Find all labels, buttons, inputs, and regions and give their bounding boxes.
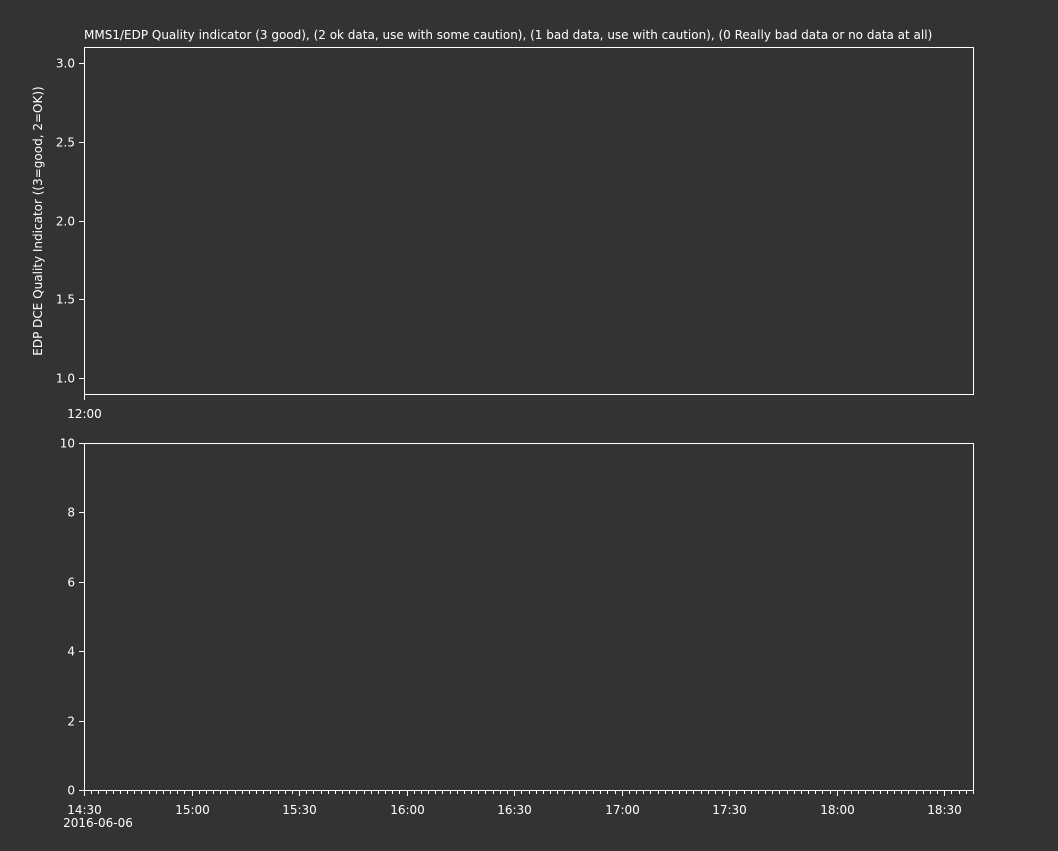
y-tick-label: 10 <box>60 437 75 451</box>
x-tick-label: 16:00 <box>390 803 425 817</box>
x-tick-label: 18:00 <box>820 803 855 817</box>
figure-canvas: MMS1/EDP Quality indicator (3 good), (2 … <box>31 28 974 830</box>
panel1-y-axis-label: EDP DCE Quality Indicator ((3=good, 2=OK… <box>31 86 45 355</box>
x-tick-label: 15:00 <box>175 803 210 817</box>
y-tick-label: 6 <box>67 576 75 590</box>
y-tick-label: 1.5 <box>56 293 75 307</box>
quality-indicator-panel: MMS1/EDP Quality indicator (3 good), (2 … <box>31 28 974 422</box>
x-tick-label: 16:30 <box>497 803 532 817</box>
y-tick-label: 4 <box>67 645 75 659</box>
y-tick-label: 2.5 <box>56 136 75 150</box>
y-tick-label: 3.0 <box>56 57 75 71</box>
empty-time-panel: 0 2 4 6 8 10 14:30 15:00 15:30 16:00 16:30 17:00 17:… <box>60 437 974 830</box>
y-tick-label: 2 <box>67 715 75 729</box>
x-tick-label: 17:30 <box>712 803 747 817</box>
y-tick-label: 2.0 <box>56 215 75 229</box>
x-tick-label: 17:00 <box>605 803 640 817</box>
panel1-title: MMS1/EDP Quality indicator (3 good), (2 … <box>84 28 932 42</box>
x-date-label: 2016-06-06 <box>63 816 133 830</box>
y-tick-label: 0 <box>67 784 75 798</box>
panel1-axes: 1.01.52.02.53.012:0014:0016:0018:0020:00… <box>56 57 102 422</box>
y-tick-label: 8 <box>67 506 75 520</box>
x-tick-label: 12:00 <box>67 407 102 421</box>
x-tick-label: 14:30 <box>67 803 102 817</box>
y-tick-label: 1.0 <box>56 372 75 386</box>
panel1-plot-frame <box>84 47 974 395</box>
x-tick-label: 18:30 <box>927 803 962 817</box>
x-tick-label: 15:30 <box>282 803 317 817</box>
panel2-axes: 0 2 4 6 8 10 14:30 15:00 15:30 16:00 16:30 17:00 17:… <box>60 437 974 830</box>
panel2-plot-frame <box>84 443 974 791</box>
